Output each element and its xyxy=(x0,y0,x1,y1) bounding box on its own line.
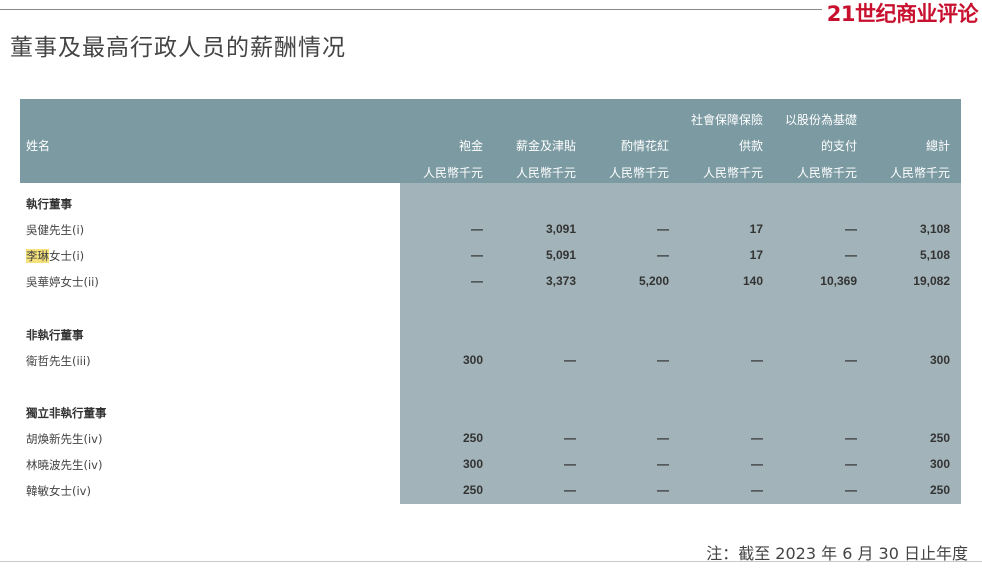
cell-share: — xyxy=(845,483,857,497)
cell-social: 17 xyxy=(749,222,763,236)
cell-fee: 300 xyxy=(462,457,483,471)
row-name: 韓敏女士(iv) xyxy=(26,484,91,498)
cell-total: 19,082 xyxy=(913,274,950,288)
cell-fee: 250 xyxy=(462,431,483,445)
highlighted-name: 李琳 xyxy=(26,249,49,263)
cell-salary: — xyxy=(564,483,576,497)
row-name: 吳健先生(i) xyxy=(26,223,85,237)
cell-bonus: 5,200 xyxy=(638,274,669,288)
top-rule xyxy=(0,9,822,10)
table-row: 韓敏女士(iv) 250 — — — — 250 xyxy=(20,483,961,503)
row-name: 林曉波先生(iv) xyxy=(26,458,103,472)
row-name: 胡煥新先生(iv) xyxy=(26,432,103,446)
cell-bonus: — xyxy=(657,222,669,236)
cell-fee: 250 xyxy=(462,483,483,497)
header-fee: 袍金 xyxy=(458,139,483,153)
cell-total: 250 xyxy=(929,483,950,497)
header-social-line1: 社會保障保險 xyxy=(690,113,763,127)
header-social-line2: 供款 xyxy=(738,139,763,153)
cell-social: — xyxy=(751,431,763,445)
header-share-unit: 人民幣千元 xyxy=(796,166,857,180)
cell-total: 250 xyxy=(929,431,950,445)
cell-bonus: — xyxy=(657,483,669,497)
bottom-rule xyxy=(0,561,982,562)
cell-total: 3,108 xyxy=(919,222,950,236)
cell-fee: — xyxy=(471,248,483,262)
table-row: 胡煥新先生(iv) 250 — — — — 250 xyxy=(20,431,961,451)
cell-salary: — xyxy=(564,457,576,471)
cell-salary: — xyxy=(564,353,576,367)
header-total-unit: 人民幣千元 xyxy=(889,166,950,180)
cell-fee: — xyxy=(471,222,483,236)
cell-fee: 300 xyxy=(462,353,483,367)
row-name: 李琳女士(i) xyxy=(26,249,85,263)
cell-salary: — xyxy=(564,431,576,445)
cell-total: 300 xyxy=(929,353,950,367)
header-salary: 薪金及津貼 xyxy=(515,139,576,153)
header-share-line1: 以股份為基礎 xyxy=(784,113,857,127)
cell-salary: 3,373 xyxy=(545,274,576,288)
compensation-table: 姓名 袍金 人民幣千元 薪金及津貼 人民幣千元 酌情花紅 人民幣千元 社會保障保… xyxy=(20,99,961,504)
cell-share: 10,369 xyxy=(820,274,857,288)
table-row: 衛哲先生(iii) 300 — — — — 300 xyxy=(20,353,961,373)
section-title: 執行董事 xyxy=(26,197,72,211)
cell-social: — xyxy=(751,457,763,471)
header-total: 總計 xyxy=(925,139,950,153)
cell-salary: 3,091 xyxy=(545,222,576,236)
section-title: 獨立非執行董事 xyxy=(26,406,107,420)
cell-fee: — xyxy=(471,274,483,288)
cell-salary: 5,091 xyxy=(545,248,576,262)
cell-share: — xyxy=(845,222,857,236)
cell-total: 5,108 xyxy=(919,248,950,262)
header-share-line2: 的支付 xyxy=(820,139,857,153)
cell-social: — xyxy=(751,483,763,497)
cell-bonus: — xyxy=(657,248,669,262)
cell-bonus: — xyxy=(657,457,669,471)
table-header: 姓名 袍金 人民幣千元 薪金及津貼 人民幣千元 酌情花紅 人民幣千元 社會保障保… xyxy=(20,99,961,183)
cell-total: 300 xyxy=(929,457,950,471)
cell-social: 140 xyxy=(742,274,763,288)
cell-share: — xyxy=(845,248,857,262)
cell-bonus: — xyxy=(657,431,669,445)
section-title: 非執行董事 xyxy=(26,328,84,342)
header-salary-unit: 人民幣千元 xyxy=(515,166,576,180)
table-row: 李琳女士(i) — 5,091 — 17 — 5,108 xyxy=(20,248,961,268)
header-fee-unit: 人民幣千元 xyxy=(422,166,483,180)
cell-social: — xyxy=(751,353,763,367)
header-bonus-unit: 人民幣千元 xyxy=(608,166,669,180)
cell-social: 17 xyxy=(749,248,763,262)
table-row: 吳健先生(i) — 3,091 — 17 — 3,108 xyxy=(20,222,961,242)
header-bonus: 酌情花紅 xyxy=(620,139,669,153)
cell-share: — xyxy=(845,457,857,471)
page-title: 董事及最高行政人员的薪酬情况 xyxy=(10,35,346,61)
cell-share: — xyxy=(845,353,857,367)
row-name: 衛哲先生(iii) xyxy=(26,354,91,368)
header-name: 姓名 xyxy=(26,139,51,153)
table-row: 林曉波先生(iv) 300 — — — — 300 xyxy=(20,457,961,477)
header-social-unit: 人民幣千元 xyxy=(702,166,763,180)
cell-share: — xyxy=(845,431,857,445)
cell-bonus: — xyxy=(657,353,669,367)
table-row: 吳華婷女士(ii) — 3,373 5,200 140 10,369 19,08… xyxy=(20,274,961,294)
brand-logo: 21世纪商业评论 xyxy=(826,2,979,26)
row-name: 吳華婷女士(ii) xyxy=(26,275,99,289)
